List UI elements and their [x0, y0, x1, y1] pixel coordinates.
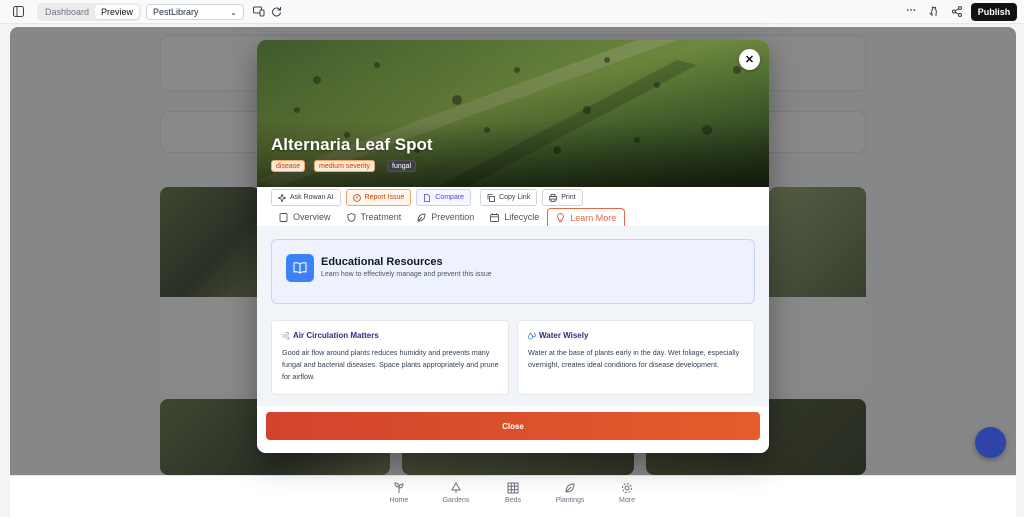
tag-disease: disease	[271, 160, 306, 172]
nav-plantings-label: Plantings	[555, 497, 585, 504]
tip-title: Air Circulation Matters	[282, 331, 379, 340]
educational-resources-subtitle: Learn how to effectively manage and prev…	[321, 271, 492, 278]
editor-toolbar: Dashboard Preview PestLibrary ⌄ ⋯ Publis…	[0, 0, 1024, 24]
tip-title: Water Wisely	[528, 331, 588, 340]
project-select[interactable]: PestLibrary ⌄	[146, 4, 244, 20]
nav-gardens[interactable]: Gardens	[436, 482, 476, 504]
tab-overview-label: Overview	[293, 212, 331, 222]
educational-resources-title: Educational Resources	[321, 256, 443, 268]
nav-beds-label: Beds	[505, 497, 521, 504]
nav-gardens-label: Gardens	[442, 497, 470, 504]
ask-ai-button[interactable]: Ask Rowan AI	[271, 189, 341, 206]
bottom-navigation: Home Gardens Beds Plantings More	[10, 475, 1016, 517]
alert-icon	[352, 193, 361, 202]
nav-home[interactable]: Home	[379, 482, 419, 504]
tip-card: Air Circulation Matters Good air flow ar…	[271, 320, 509, 395]
book-icon	[279, 212, 288, 222]
print-label: Print	[561, 194, 576, 201]
tab-lifecycle-label: Lifecycle	[504, 212, 540, 222]
calendar-icon	[490, 212, 500, 222]
share-icon[interactable]	[952, 6, 962, 17]
nav-more-label: More	[619, 497, 635, 504]
tip-title-text: Water Wisely	[539, 331, 589, 340]
nav-home-label: Home	[389, 497, 409, 504]
tab-treatment-label: Treatment	[360, 212, 402, 222]
preview-tab[interactable]: Preview	[95, 5, 140, 19]
tip-body: Good air flow around plants reduces humi…	[282, 348, 499, 381]
floating-action-button[interactable]	[975, 427, 1006, 458]
compare-label: Compare	[435, 194, 465, 201]
tag-severity: medium severity	[314, 160, 375, 172]
device-preview-icon[interactable]	[253, 6, 265, 17]
tab-treatment[interactable]: Treatment	[339, 208, 410, 226]
view-mode-toggle: Dashboard Preview	[37, 3, 142, 21]
tab-prevention-label: Prevention	[431, 212, 475, 222]
project-name: PestLibrary	[153, 7, 199, 17]
nav-beds[interactable]: Beds	[493, 482, 533, 504]
tip-card: Water Wisely Water at the base of plants…	[517, 320, 755, 395]
sidebar-toggle-icon[interactable]	[13, 6, 24, 17]
open-book-icon	[286, 254, 314, 282]
printer-icon	[549, 193, 558, 202]
refresh-icon[interactable]	[271, 6, 282, 17]
tab-bar: Overview Treatment Prevention Lifecycle …	[271, 208, 626, 226]
learn-more-panel: Educational Resources Learn how to effec…	[257, 226, 769, 406]
tab-learn-more[interactable]: Learn More	[547, 208, 626, 226]
educational-resources-banner: Educational Resources Learn how to effec…	[271, 239, 755, 304]
nav-more[interactable]: More	[607, 482, 647, 504]
leaf-icon	[417, 213, 426, 221]
tab-overview[interactable]: Overview	[271, 208, 339, 226]
github-icon[interactable]	[929, 6, 939, 17]
close-icon[interactable]: ✕	[739, 49, 760, 70]
print-button[interactable]: Print	[542, 189, 583, 206]
more-icon[interactable]: ⋯	[906, 5, 916, 16]
document-icon	[424, 193, 431, 202]
copy-icon	[487, 193, 495, 202]
copy-link-label: Copy Link	[499, 194, 531, 201]
tip-body: Water at the base of plants early in the…	[528, 348, 740, 369]
wind-icon	[282, 331, 290, 340]
tip-title-text: Air Circulation Matters	[293, 331, 379, 340]
report-issue-button[interactable]: Report Issue	[345, 189, 412, 206]
tab-learn-more-label: Learn More	[570, 212, 617, 223]
sparkle-icon	[278, 193, 286, 202]
publish-button[interactable]: Publish	[971, 3, 1017, 21]
tag-fungal: fungal	[387, 160, 417, 172]
modal-footer: Close	[257, 406, 769, 453]
tab-lifecycle[interactable]: Lifecycle	[482, 208, 547, 226]
shield-icon	[347, 212, 355, 222]
close-button[interactable]: Close	[266, 412, 760, 440]
action-bar: Ask Rowan AI Report Issue Compare Copy L…	[271, 189, 588, 206]
hero-image: ✕ Alternaria Leaf Spot disease medium se…	[257, 40, 769, 187]
report-issue-label: Report Issue	[364, 194, 405, 201]
chevron-down-icon: ⌄	[230, 7, 237, 17]
copy-link-button[interactable]: Copy Link	[480, 189, 538, 206]
nav-plantings[interactable]: Plantings	[550, 482, 590, 504]
droplets-icon	[528, 331, 536, 339]
compare-button[interactable]: Compare	[416, 189, 472, 206]
modal-title: Alternaria Leaf Spot	[271, 135, 433, 154]
pest-detail-modal: ✕ Alternaria Leaf Spot disease medium se…	[257, 40, 769, 453]
ask-ai-label: Ask Rowan AI	[290, 194, 334, 201]
dashboard-tab[interactable]: Dashboard	[39, 5, 95, 19]
lightbulb-icon	[557, 213, 565, 222]
tab-prevention[interactable]: Prevention	[409, 208, 482, 226]
